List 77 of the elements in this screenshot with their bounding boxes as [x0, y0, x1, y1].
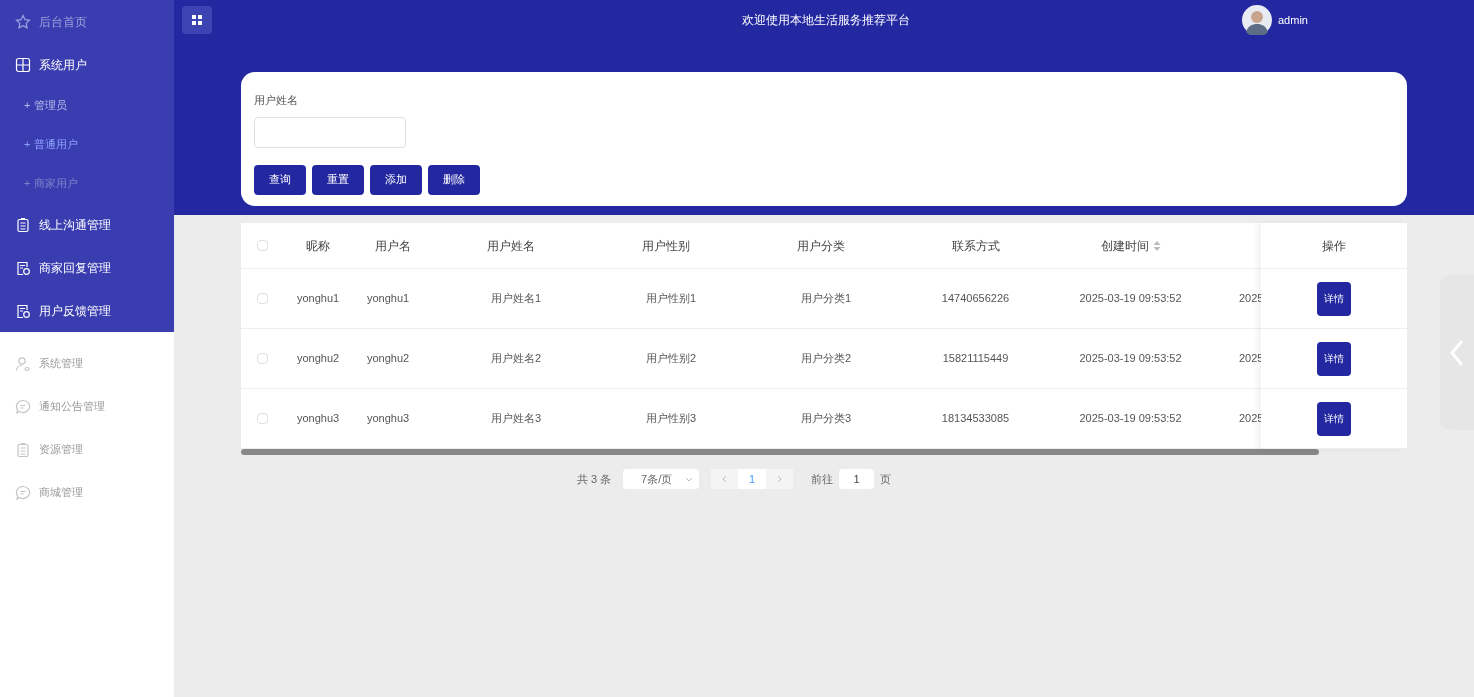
- next-page-button[interactable]: [766, 469, 794, 489]
- column-header: 操作: [1322, 237, 1346, 255]
- table-cell-text: 2025-03-19 09:53:52: [1079, 351, 1182, 367]
- column-header: 联系方式: [950, 237, 1001, 255]
- table-cell-text: 2025-03-19 09:53:52: [1079, 411, 1182, 427]
- user-icon: [15, 355, 31, 372]
- chevron-left-icon: [722, 475, 728, 483]
- column-header: 用户姓名: [485, 237, 536, 255]
- table-cell-text: 2025-03-19 09:53:52: [1079, 291, 1182, 307]
- action-button[interactable]: 查询: [254, 164, 306, 195]
- avatar: [1242, 5, 1272, 35]
- input-field[interactable]: [254, 116, 406, 148]
- prev-page-button[interactable]: [711, 469, 739, 489]
- submenu-item[interactable]: + 普通用户: [0, 125, 174, 164]
- document-icon: [15, 259, 31, 276]
- document-icon: [15, 302, 31, 319]
- clipboard-icon: [15, 441, 31, 458]
- username: admin: [1278, 12, 1308, 28]
- star-icon: [15, 13, 31, 30]
- column-header: 用户名: [374, 237, 412, 255]
- column-header: 用户分类: [795, 237, 846, 255]
- table-cell-text: 用户分类1: [801, 291, 852, 307]
- table-cell-text: yonghu2: [297, 351, 340, 367]
- table-cell-text: 14740656226: [941, 291, 1010, 307]
- menu-toggle-button[interactable]: [182, 6, 212, 34]
- table-cell-text: 用户姓名1: [491, 291, 542, 307]
- page-suffix: 页: [880, 471, 892, 487]
- column-header: 用户性别: [640, 237, 691, 255]
- table-cell-text: 15821115449: [942, 351, 1009, 367]
- table-cell-text: 用户分类2: [801, 351, 852, 367]
- table-cell-text: 用户分类3: [801, 411, 852, 427]
- action-button[interactable]: 删除: [428, 164, 480, 195]
- menu-item[interactable]: 用户反馈管理: [0, 289, 174, 332]
- field-label: 用户姓名: [254, 93, 299, 108]
- table-cell-text: yonghu2: [367, 351, 410, 367]
- action-button[interactable]: 添加: [370, 164, 422, 195]
- chat-icon: [15, 398, 31, 415]
- chevron-down-icon: [685, 476, 694, 482]
- table-cell-text: 18134533085: [941, 411, 1010, 427]
- submenu-item[interactable]: + 管理员: [0, 86, 174, 125]
- menu-item[interactable]: 系统用户: [0, 43, 174, 86]
- chevron-right-icon: [777, 475, 783, 483]
- column-header: 创建时间: [1053, 236, 1208, 255]
- grid-icon: [15, 56, 31, 73]
- checkbox[interactable]: [256, 413, 268, 424]
- grid-icon: [192, 15, 202, 25]
- table-cell-text: yonghu1: [297, 291, 340, 307]
- sort-icon[interactable]: [1152, 240, 1161, 251]
- clipboard-icon: [15, 216, 31, 233]
- menu-item[interactable]: 后台首页: [0, 0, 174, 43]
- details-button[interactable]: 详情: [1317, 341, 1351, 376]
- scrollbar[interactable]: [241, 449, 1407, 455]
- table-cell-text: yonghu3: [297, 411, 340, 427]
- chat-icon: [15, 484, 31, 501]
- checkbox[interactable]: [256, 240, 268, 251]
- action-button[interactable]: 重置: [312, 164, 364, 195]
- table-cell-text: 用户性别3: [646, 411, 697, 427]
- checkbox[interactable]: [256, 293, 268, 304]
- column-header: 昵称: [305, 237, 331, 255]
- table-cell-text: 用户性别2: [646, 351, 697, 367]
- table-cell-text: yonghu3: [367, 411, 410, 427]
- table-cell-text: 用户性别1: [646, 291, 697, 307]
- side-drawer-handle[interactable]: [1440, 275, 1474, 430]
- menu-item[interactable]: 商家回复管理: [0, 246, 174, 289]
- page-size-select[interactable]: 7条/页: [623, 469, 700, 489]
- details-button[interactable]: 详情: [1317, 281, 1351, 316]
- goto-field[interactable]: 1: [839, 469, 875, 489]
- page-title: 欢迎使用本地生活服务推荐平台: [742, 12, 910, 29]
- goto-label: 前往: [811, 471, 834, 487]
- total-count: 共 3 条: [576, 471, 612, 487]
- checkbox[interactable]: [256, 353, 268, 364]
- table-cell-text: yonghu1: [367, 291, 410, 307]
- menu-item[interactable]: 线上沟通管理: [0, 203, 174, 246]
- chevron-left-icon: [1450, 338, 1464, 367]
- table-cell-text: 用户姓名2: [491, 351, 542, 367]
- details-button[interactable]: 详情: [1317, 401, 1351, 436]
- table-cell-text: 用户姓名3: [491, 411, 542, 427]
